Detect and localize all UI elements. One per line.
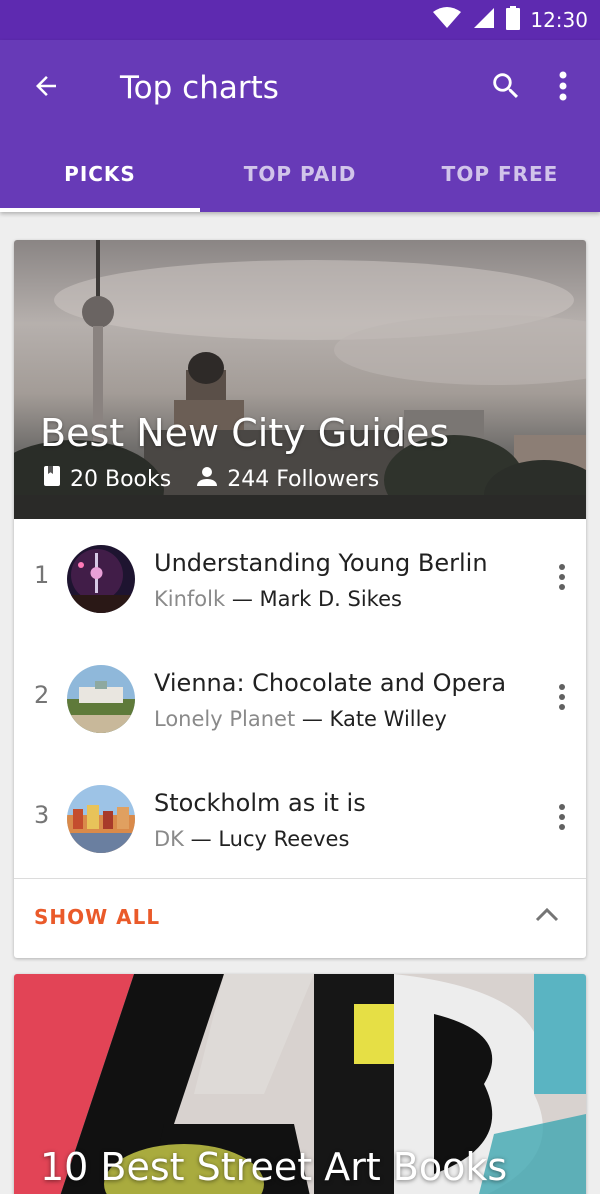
collection-card: 10 Best Street Art Books bbox=[14, 974, 586, 1194]
book-cover-thumbnail bbox=[67, 545, 135, 613]
list-item[interactable]: 3 Stockholm as it is DK — Lucy Reeves bbox=[14, 759, 586, 879]
status-icons: 12:30 bbox=[432, 6, 588, 34]
book-byline: Kinfolk — Mark D. Sikes bbox=[154, 585, 402, 613]
author: — Mark D. Sikes bbox=[231, 587, 402, 611]
book-cover-thumbnail bbox=[67, 665, 135, 733]
search-icon bbox=[489, 69, 523, 107]
rank-number: 1 bbox=[34, 561, 50, 589]
arrow-back-icon bbox=[31, 71, 61, 105]
item-overflow-button[interactable] bbox=[550, 799, 574, 839]
show-all-row: SHOW ALL bbox=[14, 878, 586, 958]
collection-hero-image[interactable]: 10 Best Street Art Books bbox=[14, 974, 586, 1194]
followers-count: 244 Followers bbox=[197, 466, 379, 492]
cell-signal-icon bbox=[472, 6, 496, 34]
publisher: DK bbox=[154, 827, 184, 851]
collection-title: Best New City Guides bbox=[40, 411, 450, 455]
rank-number: 3 bbox=[34, 801, 50, 829]
collection-meta: 20 Books 244 Followers bbox=[44, 466, 405, 492]
ranked-book-list: 1 Understanding Young Berlin Kinfolk — M… bbox=[14, 519, 586, 879]
tab-label: TOP PAID bbox=[243, 162, 357, 186]
books-count: 20 Books bbox=[44, 466, 171, 492]
overflow-menu-button[interactable] bbox=[548, 68, 578, 108]
chevron-up-icon bbox=[535, 906, 559, 926]
person-icon bbox=[197, 466, 218, 492]
tab-top-paid[interactable]: TOP PAID bbox=[200, 136, 400, 212]
book-byline: Lonely Planet — Kate Willey bbox=[154, 705, 447, 733]
list-item[interactable]: 1 Understanding Young Berlin Kinfolk — M… bbox=[14, 519, 586, 639]
book-title: Understanding Young Berlin bbox=[154, 549, 488, 577]
toolbar: Top charts bbox=[0, 40, 600, 136]
tab-label: PICKS bbox=[64, 162, 136, 186]
app-bar: Top charts PICKS TOP PAID TOP FREE bbox=[0, 40, 600, 212]
more-vert-icon bbox=[558, 563, 566, 595]
tab-bar: PICKS TOP PAID TOP FREE bbox=[0, 136, 600, 212]
tab-top-free[interactable]: TOP FREE bbox=[400, 136, 600, 212]
books-count-label: 20 Books bbox=[70, 466, 172, 492]
book-byline: DK — Lucy Reeves bbox=[154, 825, 349, 853]
collection-hero-image[interactable]: Best New City Guides 20 Books 244 Follow… bbox=[14, 240, 586, 519]
list-item[interactable]: 2 Vienna: Chocolate and Opera Lonely Pla… bbox=[14, 639, 586, 759]
rank-number: 2 bbox=[34, 681, 50, 709]
more-vert-icon bbox=[558, 70, 568, 106]
page-title: Top charts bbox=[120, 70, 279, 106]
search-button[interactable] bbox=[486, 68, 526, 108]
book-icon bbox=[44, 466, 60, 492]
author: — Kate Willey bbox=[301, 707, 447, 731]
book-title: Vienna: Chocolate and Opera bbox=[154, 669, 507, 697]
tab-picks[interactable]: PICKS bbox=[0, 136, 200, 212]
more-vert-icon bbox=[558, 683, 566, 715]
item-overflow-button[interactable] bbox=[550, 559, 574, 599]
publisher: Kinfolk bbox=[154, 587, 226, 611]
tab-indicator bbox=[0, 208, 200, 212]
author: — Lucy Reeves bbox=[190, 827, 350, 851]
publisher: Lonely Planet bbox=[154, 707, 296, 731]
status-bar: 12:30 bbox=[0, 0, 600, 40]
wifi-icon bbox=[432, 6, 462, 34]
back-button[interactable] bbox=[28, 70, 64, 106]
item-overflow-button[interactable] bbox=[550, 679, 574, 719]
collection-title: 10 Best Street Art Books bbox=[40, 1145, 508, 1189]
status-time: 12:30 bbox=[530, 8, 588, 32]
collapse-button[interactable] bbox=[532, 901, 562, 931]
battery-icon bbox=[506, 6, 521, 34]
show-all-button[interactable]: SHOW ALL bbox=[34, 905, 160, 929]
book-cover-thumbnail bbox=[67, 785, 135, 853]
followers-count-label: 244 Followers bbox=[227, 466, 380, 492]
more-vert-icon bbox=[558, 803, 566, 835]
tab-label: TOP FREE bbox=[441, 162, 559, 186]
collection-card: Best New City Guides 20 Books 244 Follow… bbox=[14, 240, 586, 958]
book-title: Stockholm as it is bbox=[154, 789, 366, 817]
